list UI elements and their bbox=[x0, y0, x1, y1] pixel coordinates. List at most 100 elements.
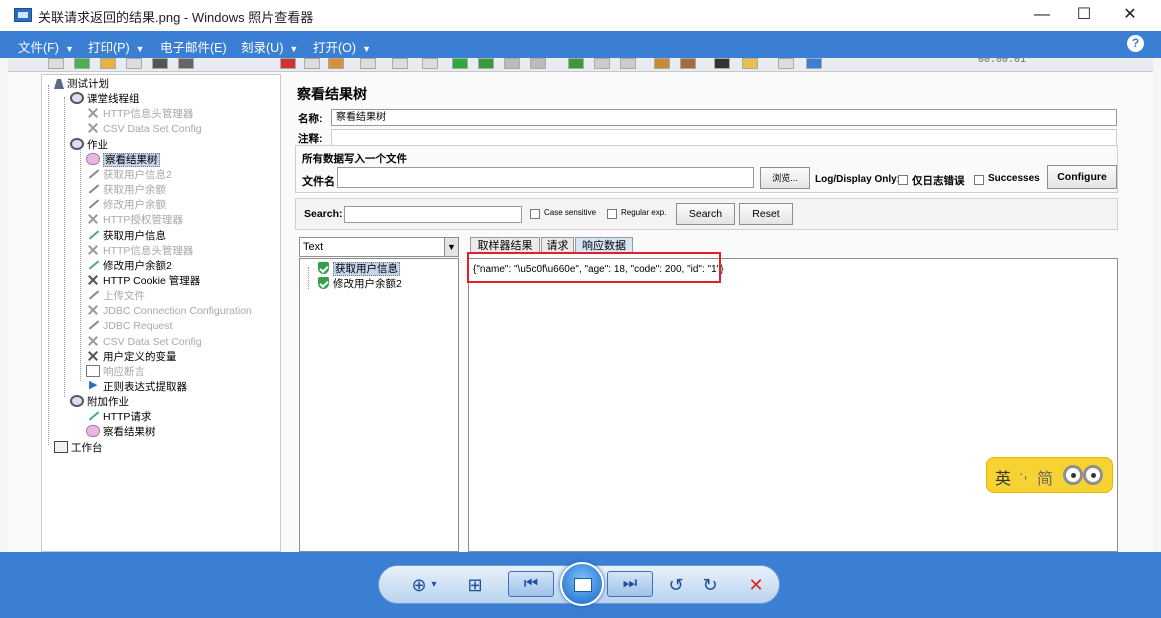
tree-node[interactable]: HTTP授权管理器 bbox=[86, 213, 183, 228]
tree-node[interactable]: JDBC Connection Configuration bbox=[86, 304, 252, 319]
tree-node[interactable]: JDBC Request bbox=[86, 319, 172, 334]
ime-status-bar[interactable]: 英 ·, 简 bbox=[986, 457, 1113, 493]
tree-node-label: 获取用户信息2 bbox=[103, 168, 172, 181]
tree-connector bbox=[64, 97, 65, 397]
bench-icon bbox=[54, 440, 68, 453]
goggle-eye-left bbox=[1063, 465, 1083, 485]
help-icon[interactable]: ? bbox=[1127, 35, 1144, 52]
tree-node-label: HTTP请求 bbox=[103, 411, 152, 424]
view-icon bbox=[86, 152, 100, 165]
tree-node[interactable]: 修改用户余额 bbox=[86, 198, 166, 213]
search-button[interactable]: Search bbox=[676, 203, 735, 225]
successes-checkbox[interactable] bbox=[974, 175, 984, 185]
renderer-select[interactable]: Text ▼ bbox=[299, 237, 459, 257]
actual-size-icon[interactable]: ⊞ bbox=[463, 575, 487, 595]
tree-node-label: HTTP Cookie 管理器 bbox=[103, 274, 201, 287]
close-button[interactable]: ✕ bbox=[1107, 0, 1153, 31]
ime-language[interactable]: 英 bbox=[995, 465, 1011, 489]
start-icon bbox=[452, 58, 468, 69]
case-sensitive-checkbox[interactable] bbox=[530, 209, 540, 219]
help-book-icon bbox=[806, 58, 822, 69]
ime-punctuation[interactable]: ·, bbox=[1019, 465, 1028, 481]
tree-node-label: HTTP授权管理器 bbox=[103, 214, 183, 227]
tree-node[interactable]: HTTP Cookie 管理器 bbox=[86, 274, 200, 289]
errors-only-checkbox[interactable] bbox=[898, 175, 908, 185]
case-sensitive-label: Case sensitive bbox=[544, 208, 597, 217]
stop-icon bbox=[504, 58, 520, 69]
window-title: 关联请求返回的结果.png - Windows 照片查看器 bbox=[38, 10, 314, 25]
tree-node[interactable]: 察看结果树 bbox=[86, 152, 160, 168]
gear-icon bbox=[70, 137, 84, 150]
name-field[interactable]: 察看结果树 bbox=[331, 109, 1117, 126]
minimize-button[interactable]: — bbox=[1019, 0, 1065, 31]
tree-node[interactable]: HTTP请求 bbox=[86, 410, 151, 425]
tree-node[interactable]: 作业 bbox=[70, 137, 108, 153]
tree-node[interactable]: 获取用户余额 bbox=[86, 183, 166, 198]
search-input[interactable] bbox=[344, 206, 522, 223]
rotate-ccw-icon[interactable]: ↺ bbox=[665, 575, 687, 595]
slideshow-button[interactable] bbox=[560, 562, 604, 606]
gear-icon bbox=[70, 395, 84, 408]
response-data-area[interactable]: {"name": "\u5c0f\u660e", "age": 18, "cod… bbox=[468, 258, 1118, 552]
menu-email[interactable]: 电子邮件(E) bbox=[160, 37, 227, 56]
tree-node[interactable]: 测试计划 bbox=[54, 77, 109, 92]
tree-node[interactable]: 获取用户信息 bbox=[86, 229, 166, 244]
close-plan-icon bbox=[126, 58, 142, 69]
templates-icon bbox=[74, 58, 90, 69]
chevron-down-icon: ▼ bbox=[289, 44, 299, 54]
filename-input[interactable] bbox=[337, 167, 754, 188]
tree-node[interactable]: HTTP信息头管理器 bbox=[86, 107, 193, 122]
tree-node-label: 工作台 bbox=[71, 441, 103, 454]
tree-node-label: CSV Data Set Config bbox=[103, 335, 202, 348]
tree-node-label: 附加作业 bbox=[87, 396, 129, 409]
ime-mode[interactable]: 简 bbox=[1037, 465, 1053, 489]
chevron-down-icon: ▼ bbox=[135, 44, 145, 54]
sample-item[interactable]: 修改用户余额2 bbox=[318, 277, 402, 291]
zoom-caret-icon[interactable]: ▾ bbox=[429, 575, 439, 595]
tree-node[interactable]: 用户定义的变量 bbox=[86, 350, 177, 365]
zoom-icon[interactable]: ⊕ bbox=[407, 575, 431, 595]
sample-result-list: 获取用户信息 修改用户余额2 bbox=[299, 258, 459, 552]
view-icon bbox=[86, 425, 100, 438]
configure-button[interactable]: Configure bbox=[1047, 165, 1117, 189]
menu-file[interactable]: 文件(F) ▼ bbox=[18, 37, 74, 56]
browse-button[interactable]: 浏览... bbox=[760, 167, 810, 189]
tree-node[interactable]: 上传文件 bbox=[86, 289, 145, 304]
success-shield-icon bbox=[318, 262, 329, 274]
menu-open[interactable]: 打开(O) ▼ bbox=[313, 37, 371, 56]
tree-node[interactable]: 工作台 bbox=[54, 440, 103, 456]
menu-print[interactable]: 打印(P) ▼ bbox=[88, 37, 145, 56]
previous-button[interactable]: ⏮ bbox=[508, 571, 554, 597]
wrench-icon bbox=[86, 259, 100, 271]
tree-node[interactable]: 课堂线程组 bbox=[70, 92, 140, 107]
tree-node[interactable]: 附加作业 bbox=[70, 395, 129, 410]
tree-node[interactable]: 正则表达式提取器 bbox=[86, 378, 187, 395]
renderer-value: Text bbox=[303, 241, 324, 253]
tree-node[interactable]: 获取用户信息2 bbox=[86, 168, 172, 183]
tree-node[interactable]: CSV Data Set Config bbox=[86, 122, 202, 137]
tree-node-label: 用户定义的变量 bbox=[103, 350, 177, 363]
rotate-cw-icon[interactable]: ↻ bbox=[699, 575, 721, 595]
menu-burn[interactable]: 刻录(U) ▼ bbox=[241, 37, 298, 56]
tree-node-label: HTTP信息头管理器 bbox=[103, 108, 194, 121]
cross-icon bbox=[86, 107, 100, 119]
next-icon: ⏭ bbox=[622, 575, 638, 592]
viewer-control-bar: ⊕ ▾ ⊞ ⏮ ⏭ ↺ ↻ ✕ bbox=[0, 552, 1161, 618]
tree-node[interactable]: CSV Data Set Config bbox=[86, 335, 202, 350]
cross-icon bbox=[86, 304, 100, 316]
next-button[interactable]: ⏭ bbox=[607, 571, 653, 597]
gear-icon bbox=[70, 92, 84, 105]
maximize-button[interactable]: ☐ bbox=[1061, 0, 1107, 31]
tree-node[interactable]: 修改用户余额2 bbox=[86, 259, 172, 274]
flask-icon bbox=[54, 79, 64, 89]
tree-node[interactable]: HTTP信息头管理器 bbox=[86, 244, 193, 259]
sample-item[interactable]: 获取用户信息 bbox=[318, 262, 400, 276]
delete-icon[interactable]: ✕ bbox=[745, 575, 767, 595]
chevron-down-icon: ▼ bbox=[64, 44, 74, 54]
reset-button[interactable]: Reset bbox=[739, 203, 793, 225]
log-display-only-label: Log/Display Only: bbox=[815, 174, 901, 185]
comment-field[interactable] bbox=[331, 129, 1117, 146]
tree-node[interactable]: 察看结果树 bbox=[86, 425, 156, 440]
ime-mascot-icon[interactable] bbox=[1063, 465, 1105, 487]
regular-exp-checkbox[interactable] bbox=[607, 209, 617, 219]
